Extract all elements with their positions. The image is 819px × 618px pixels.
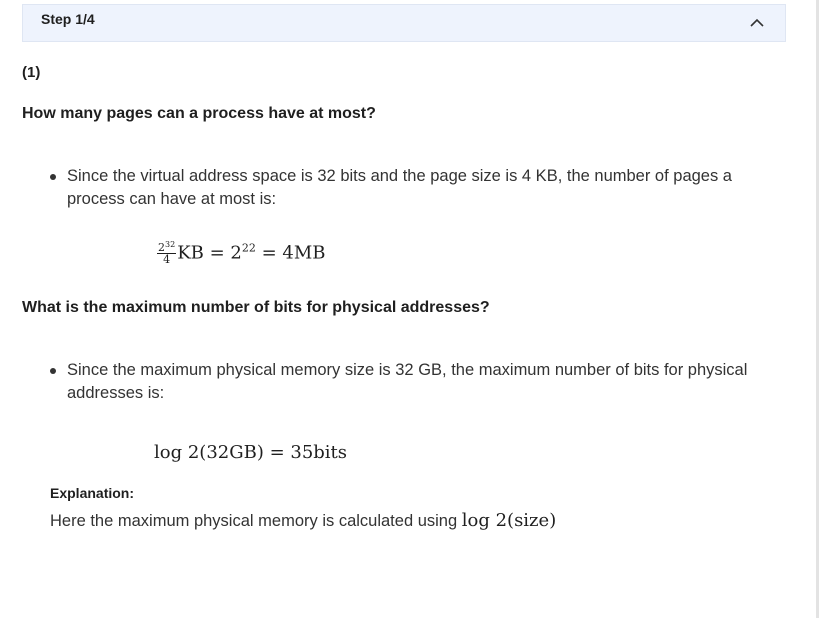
equation-unit: KB: [177, 242, 204, 264]
question-heading: What is the maximum number of bits for p…: [22, 299, 490, 316]
fraction: 232 4: [157, 241, 177, 266]
explanation-body: Here the maximum physical memory is calc…: [50, 512, 462, 530]
equation-exponent: 22: [241, 241, 256, 255]
explanation-math: log 2(size): [461, 510, 557, 531]
chevron-up-icon[interactable]: [749, 15, 765, 31]
equation-part: = 2: [203, 242, 242, 264]
list-item: Since the virtual address space is 32 bi…: [50, 165, 790, 211]
part-label: (1): [22, 64, 41, 81]
bits-equation: log 2(32GB) = 35bits: [154, 442, 348, 463]
bullet-text: Since the maximum physical memory size i…: [67, 361, 748, 402]
step-header[interactable]: Step 1/4: [22, 4, 786, 42]
bullet-dot: [50, 368, 56, 374]
list-item: Since the maximum physical memory size i…: [50, 359, 790, 405]
pages-equation: 232 4 KB = 222 = 4MB: [157, 241, 326, 278]
solution-page: Step 1/4 (1) How many pages can a proces…: [0, 0, 819, 618]
explanation-text: Here the maximum physical memory is calc…: [50, 510, 556, 531]
bullet-text: Since the virtual address space is 32 bi…: [67, 167, 732, 208]
fraction-denominator: 4: [163, 253, 171, 266]
question-heading: How many pages can a process have at mos…: [22, 105, 376, 122]
explanation-label: Explanation:: [50, 485, 135, 501]
equation-result: = 4MB: [255, 242, 326, 264]
step-title: Step 1/4: [41, 11, 95, 27]
bullet-dot: [50, 174, 56, 180]
